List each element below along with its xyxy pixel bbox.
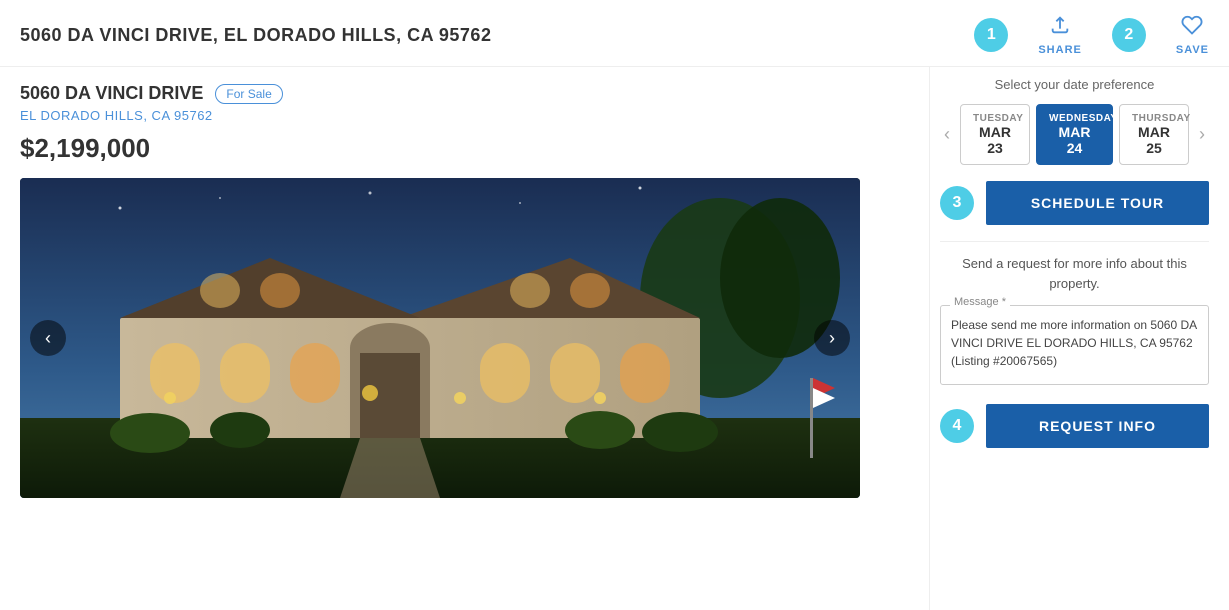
carousel-prev-button[interactable]: ‹ (30, 320, 66, 356)
property-city: EL DORADO HILLS, CA 95762 (20, 108, 909, 123)
for-sale-badge: For Sale (215, 84, 282, 104)
request-info-label: Send a request for more info about this … (940, 254, 1209, 293)
schedule-tour-button[interactable]: SCHEDULE TOUR (986, 181, 1209, 225)
date-selection-label: Select your date preference (940, 77, 1209, 92)
main-content: 5060 DA VINCI DRIVE For Sale EL DORADO H… (0, 67, 1229, 610)
date-card-wednesday[interactable]: WEDNESDAY MAR 24 (1036, 104, 1113, 165)
date-card-thursday[interactable]: THURSDAY MAR 25 (1119, 104, 1189, 165)
top-actions: 1 SHARE 2 SAVE (974, 14, 1209, 56)
message-field-wrapper: Message * (940, 305, 1209, 390)
day-name-thursday: THURSDAY (1132, 113, 1176, 124)
date-card-tuesday[interactable]: TUESDAY MAR 23 (960, 104, 1030, 165)
divider (940, 241, 1209, 242)
top-address: 5060 DA VINCI DRIVE, EL DORADO HILLS, CA… (20, 25, 491, 46)
schedule-row: 3 SCHEDULE TOUR (940, 181, 1209, 225)
day-name-tuesday: TUESDAY (973, 113, 1017, 124)
month-day-tuesday: MAR 23 (973, 124, 1017, 156)
step-badge-4: 4 (940, 409, 974, 443)
message-field-label: Message * (950, 296, 1010, 308)
page-wrapper: 5060 DA VINCI DRIVE, EL DORADO HILLS, CA… (0, 0, 1229, 610)
save-icon (1181, 14, 1203, 42)
step-badge-1: 1 (974, 18, 1008, 52)
step-badge-2: 2 (1112, 18, 1146, 52)
month-day-thursday: MAR 25 (1132, 124, 1176, 156)
day-name-wednesday: WEDNESDAY (1049, 113, 1100, 124)
share-label: SHARE (1038, 44, 1082, 56)
message-textarea[interactable] (940, 305, 1209, 385)
carousel-image (20, 178, 860, 498)
share-button[interactable]: SHARE (1038, 14, 1082, 56)
property-price: $2,199,000 (20, 133, 909, 164)
request-info-button[interactable]: REQUEST INFO (986, 404, 1209, 448)
photo-carousel: ‹ › (20, 178, 860, 498)
date-selector: ‹ TUESDAY MAR 23 WEDNESDAY MAR 24 THURSD… (940, 104, 1209, 165)
property-address-row: 5060 DA VINCI DRIVE For Sale (20, 83, 909, 104)
right-panel: Select your date preference ‹ TUESDAY MA… (929, 67, 1229, 610)
save-label: SAVE (1176, 44, 1209, 56)
share-icon (1049, 14, 1071, 42)
month-day-wednesday: MAR 24 (1049, 124, 1100, 156)
request-row: 4 REQUEST INFO (940, 404, 1209, 448)
save-button[interactable]: SAVE (1176, 14, 1209, 56)
top-bar: 5060 DA VINCI DRIVE, EL DORADO HILLS, CA… (0, 0, 1229, 67)
carousel-next-button[interactable]: › (814, 320, 850, 356)
date-prev-button[interactable]: ‹ (940, 120, 954, 149)
property-street: 5060 DA VINCI DRIVE (20, 83, 203, 104)
date-next-button[interactable]: › (1195, 120, 1209, 149)
step-badge-3: 3 (940, 186, 974, 220)
left-panel: 5060 DA VINCI DRIVE For Sale EL DORADO H… (0, 67, 929, 610)
